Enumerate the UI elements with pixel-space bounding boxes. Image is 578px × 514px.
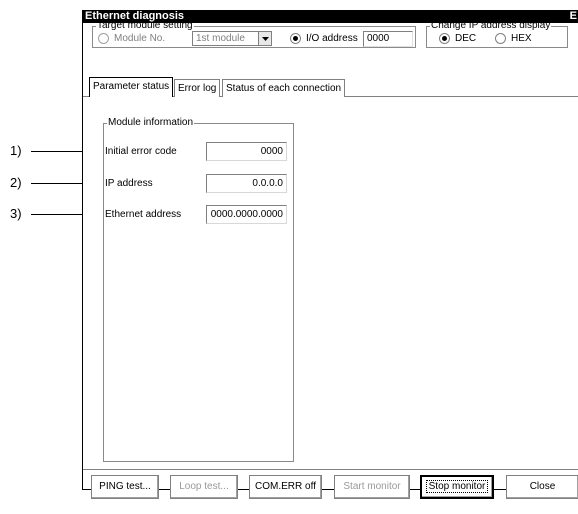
close-icon[interactable]: E: [570, 10, 577, 23]
module-select[interactable]: 1st module: [192, 31, 272, 46]
initial-error-code-label: Initial error code: [105, 146, 177, 157]
stop-monitor-button[interactable]: Stop monitor: [420, 475, 494, 499]
chevron-down-icon[interactable]: [258, 32, 271, 45]
io-address-radio[interactable]: [290, 33, 301, 44]
start-monitor-button[interactable]: Start monitor: [334, 475, 410, 499]
ip-address-value: 0.0.0.0: [206, 174, 287, 193]
module-no-radio[interactable]: [98, 33, 109, 44]
hex-radio-group[interactable]: HEX: [495, 33, 532, 44]
tab-status-of-each-connection[interactable]: Status of each connection: [222, 79, 346, 97]
module-no-radio-group[interactable]: Module No.: [98, 33, 165, 44]
io-address-radio-group[interactable]: I/O address: [290, 33, 358, 44]
target-module-legend: Target module setting: [97, 20, 193, 31]
hex-label: HEX: [511, 33, 532, 44]
close-button[interactable]: Close: [506, 475, 578, 499]
hex-radio[interactable]: [495, 33, 506, 44]
initial-error-code-value: 0000: [206, 142, 287, 161]
tab-parameter-status[interactable]: Parameter status: [89, 77, 174, 97]
module-info-legend: Module information: [108, 117, 194, 128]
module-info-group: Module information: [103, 118, 294, 462]
ethernet-address-label: Ethernet address: [105, 209, 182, 220]
callout-3: 3): [10, 206, 22, 221]
ethernet-address-value: 0000.0000.0000: [206, 205, 287, 224]
stop-monitor-label: Stop monitor: [425, 480, 489, 493]
module-select-value: 1st module: [196, 33, 245, 44]
io-address-input[interactable]: 0000: [363, 31, 413, 47]
dec-radio-group[interactable]: DEC: [439, 33, 476, 44]
ethernet-diagnosis-window: Ethernet diagnosis E Target module setti…: [82, 10, 578, 499]
callout-1: 1): [10, 143, 22, 158]
ip-display-legend: Change IP address display: [431, 20, 551, 31]
dec-label: DEC: [455, 33, 477, 44]
callout-2: 2): [10, 175, 22, 190]
com-err-off-button[interactable]: COM.ERR off: [249, 475, 322, 499]
bottom-separator: [83, 469, 578, 470]
ip-address-label: IP address: [105, 178, 153, 189]
io-address-label: I/O address: [306, 33, 358, 44]
loop-test-button[interactable]: Loop test...: [170, 475, 238, 499]
module-no-label: Module No.: [114, 33, 166, 44]
tab-error-log[interactable]: Error log: [174, 79, 221, 97]
dec-radio[interactable]: [439, 33, 450, 44]
ping-test-button[interactable]: PING test...: [91, 475, 159, 499]
